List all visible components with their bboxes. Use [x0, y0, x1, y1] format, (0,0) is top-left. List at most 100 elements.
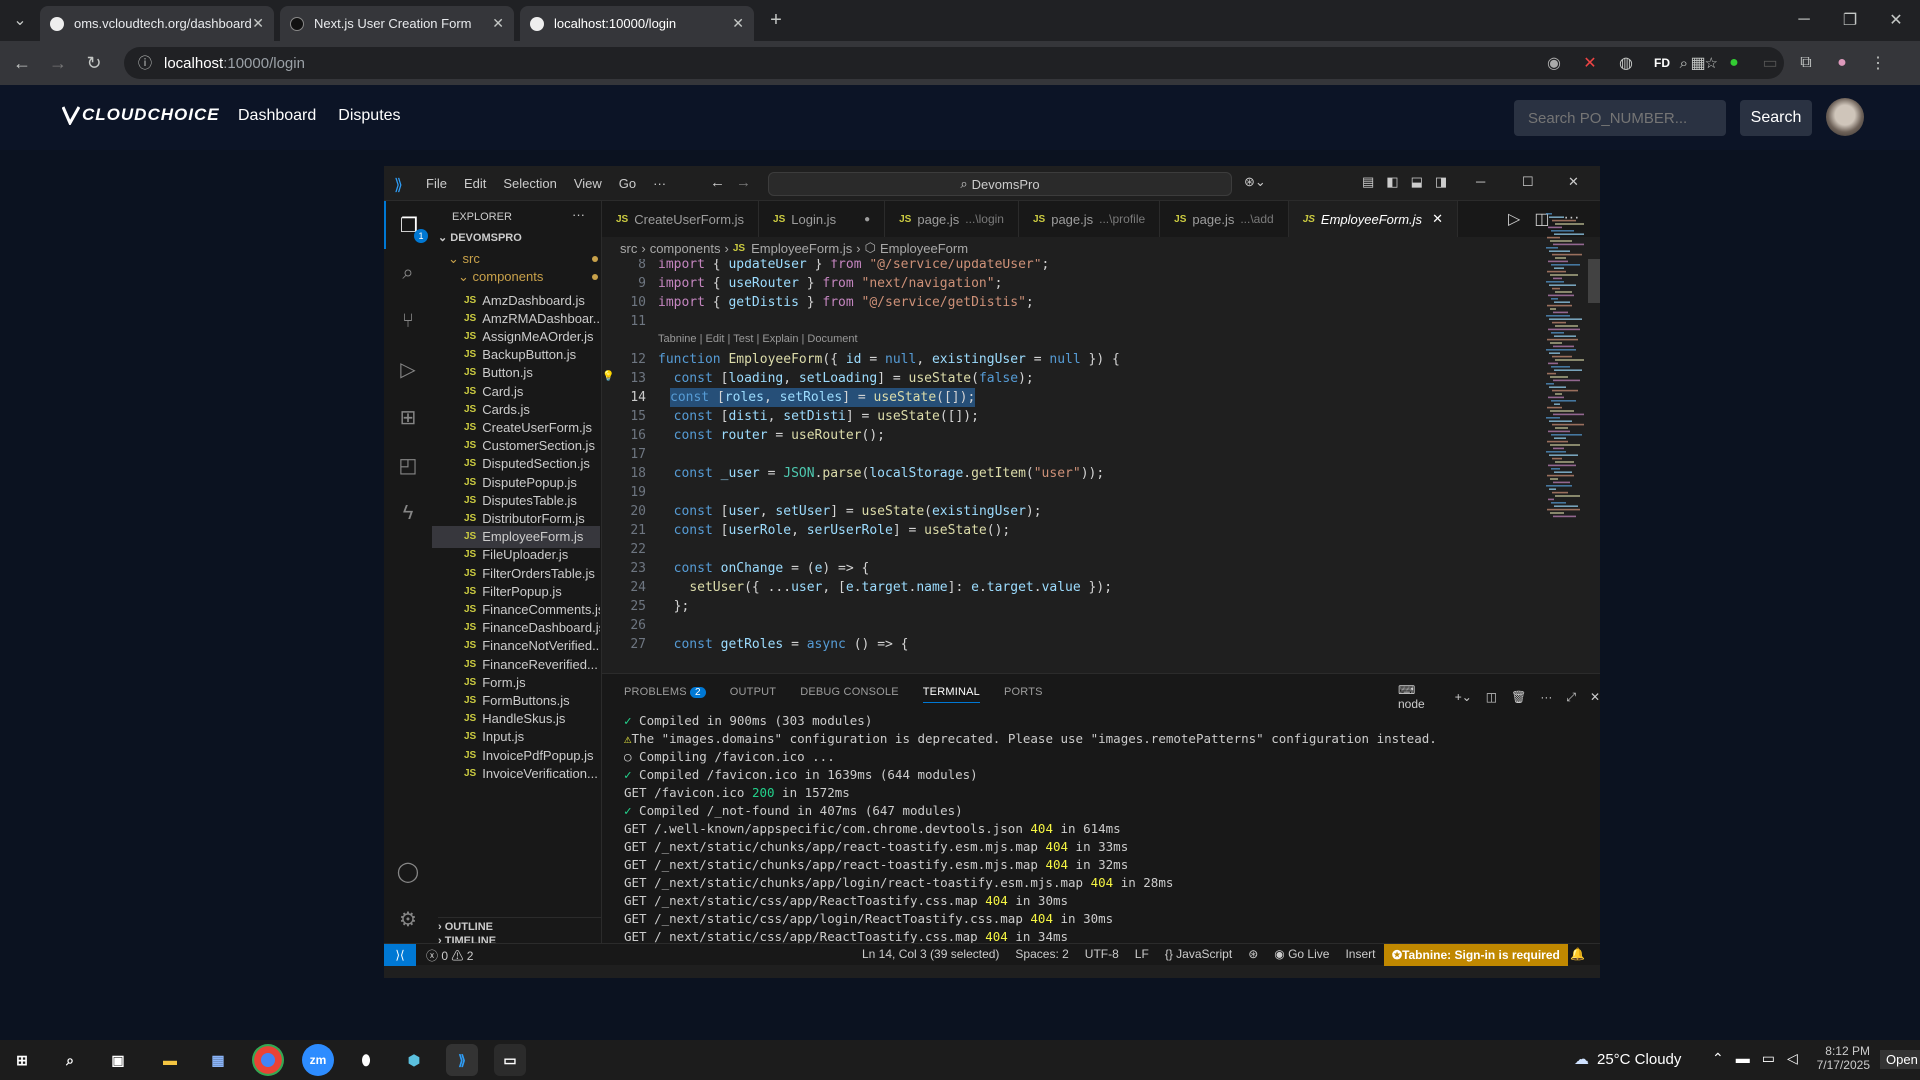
- close-tab-icon[interactable]: ✕: [252, 15, 264, 32]
- site-info-icon[interactable]: ⓘ: [138, 53, 152, 73]
- menu-go[interactable]: Go: [619, 176, 636, 191]
- chrome-icon[interactable]: [252, 1044, 284, 1076]
- vscode-close-icon[interactable]: ✕: [1568, 174, 1579, 190]
- extensions-icon[interactable]: ⊞: [384, 393, 432, 441]
- minimize-window-icon[interactable]: ─: [1790, 6, 1818, 34]
- search-icon[interactable]: ⌕: [384, 249, 432, 297]
- zoom-icon[interactable]: zm: [302, 1044, 334, 1076]
- terminal-taskbar-icon[interactable]: ▭: [494, 1044, 526, 1076]
- browser-tab-login[interactable]: localhost:10000/login ✕: [520, 6, 754, 41]
- nav-forward-icon[interactable]: →: [736, 174, 751, 191]
- cursor-position[interactable]: Ln 14, Col 3 (39 selected): [862, 947, 999, 961]
- run-icon[interactable]: ▷: [1508, 209, 1520, 229]
- weather-widget[interactable]: ☁ 25°C Cloudy: [1574, 1050, 1681, 1069]
- terminal-shell[interactable]: ⌨ node: [1398, 683, 1441, 711]
- accounts-icon[interactable]: ◯: [384, 847, 432, 895]
- user-avatar[interactable]: [1826, 98, 1864, 136]
- remote-explorer-icon[interactable]: ◰: [384, 441, 432, 489]
- thunder-client-icon[interactable]: ϟ: [384, 489, 432, 537]
- editor-tab[interactable]: JS page.js ...\login: [885, 201, 1019, 237]
- remote-indicator-icon[interactable]: ⟩⟨: [384, 944, 416, 966]
- problems-status[interactable]: ⓧ 0 ⚠ 2: [426, 947, 473, 964]
- editor-tab[interactable]: JS Login.js ●: [759, 201, 886, 237]
- end-of-line[interactable]: LF: [1135, 947, 1149, 961]
- extensions-puzzle-icon[interactable]: ⧉: [1792, 49, 1820, 77]
- editor-tab[interactable]: JS EmployeeForm.js ✕: [1288, 201, 1458, 237]
- po-number-search-input[interactable]: [1514, 100, 1726, 136]
- back-icon[interactable]: ←: [8, 49, 36, 77]
- maximize-panel-icon[interactable]: ⤢: [1566, 690, 1576, 705]
- unsaved-dot-icon[interactable]: ●: [864, 214, 870, 225]
- extension-globe-icon[interactable]: ◍: [1612, 49, 1640, 77]
- address-bar[interactable]: ⓘ localhost:10000/login ⌕ ☆: [124, 47, 1784, 79]
- breadcrumb-file[interactable]: EmployeeForm.js: [751, 241, 852, 256]
- tab-search-icon[interactable]: ⌄: [6, 6, 34, 34]
- tabnine-status[interactable]: ✪ Tabnine: Sign-in is required: [1384, 944, 1568, 966]
- breadcrumb-src[interactable]: src: [620, 241, 637, 256]
- tab-ports[interactable]: PORTS: [1004, 686, 1043, 703]
- forward-icon[interactable]: →: [44, 49, 72, 77]
- insert-mode[interactable]: Insert: [1345, 947, 1375, 961]
- file-explorer-icon[interactable]: ▬: [154, 1044, 186, 1076]
- extension-green-icon[interactable]: ●: [1720, 49, 1748, 77]
- codelens[interactable]: Tabnine | Edit | Test | Explain | Docume…: [658, 333, 858, 345]
- components-folder[interactable]: ⌄ components: [458, 269, 543, 285]
- vscode-maximize-icon[interactable]: ☐: [1522, 174, 1534, 190]
- copilot-icon[interactable]: ⊛⌄: [1244, 174, 1266, 190]
- profile-avatar-icon[interactable]: ●: [1828, 49, 1856, 77]
- go-live[interactable]: ◉ Go Live: [1274, 947, 1329, 961]
- tab-problems[interactable]: PROBLEMS 2: [624, 686, 706, 703]
- new-terminal-icon[interactable]: +⌄: [1455, 690, 1472, 704]
- terminal-output[interactable]: ✓ Compiled in 900ms (303 modules) ⚠The "i…: [602, 712, 1600, 963]
- source-control-icon[interactable]: ⑂: [384, 297, 432, 345]
- nav-back-icon[interactable]: ←: [710, 174, 725, 191]
- taskbar-search-icon[interactable]: ⌕: [54, 1044, 86, 1076]
- breadcrumb-symbol[interactable]: EmployeeForm: [880, 241, 968, 256]
- copilot-status-icon[interactable]: ⊛: [1248, 947, 1258, 961]
- app-drop-icon[interactable]: ⬮: [350, 1044, 382, 1076]
- editor-tab[interactable]: JS page.js ...\add: [1160, 201, 1289, 237]
- vscode-taskbar-icon[interactable]: ⟫: [446, 1044, 478, 1076]
- editor-tab[interactable]: JS CreateUserForm.js: [602, 201, 760, 237]
- reload-icon[interactable]: ↻: [80, 49, 108, 77]
- lightbulb-icon[interactable]: 💡: [602, 371, 614, 382]
- breadcrumb-components[interactable]: components: [650, 241, 721, 256]
- menu-file[interactable]: File: [426, 176, 447, 191]
- tab-debug-console[interactable]: DEBUG CONSOLE: [800, 686, 899, 703]
- customize-layout-icon[interactable]: ▤: [1362, 174, 1374, 190]
- menu-more[interactable]: ···: [653, 176, 666, 191]
- task-view-icon[interactable]: ▣: [102, 1044, 134, 1076]
- split-terminal-icon[interactable]: ◫: [1486, 690, 1497, 704]
- browser-tab-user-form[interactable]: Next.js User Creation Form ✕: [280, 6, 514, 41]
- kill-terminal-icon[interactable]: 🗑: [1511, 690, 1526, 704]
- volume-icon[interactable]: ◁: [1787, 1050, 1798, 1067]
- toggle-secondary-sidebar-icon[interactable]: ◨: [1435, 174, 1447, 190]
- toggle-panel-icon[interactable]: ⬓: [1411, 174, 1423, 190]
- app-hex-icon[interactable]: ⬢: [398, 1044, 430, 1076]
- minimap[interactable]: [1544, 209, 1588, 589]
- notifications-bell-icon[interactable]: 🔔: [1570, 947, 1585, 961]
- close-window-icon[interactable]: ✕: [1882, 6, 1910, 34]
- language-mode[interactable]: {} JavaScript: [1165, 947, 1232, 961]
- tab-output[interactable]: OUTPUT: [730, 686, 776, 703]
- command-center[interactable]: ⌕ DevomsPro: [768, 172, 1232, 196]
- menu-view[interactable]: View: [574, 176, 602, 191]
- explorer-files-icon[interactable]: ❐ 1: [384, 201, 432, 249]
- outline-section[interactable]: › OUTLINE: [438, 917, 602, 933]
- close-editor-tab-icon[interactable]: ✕: [1432, 211, 1443, 227]
- extension-fd-icon[interactable]: FD: [1648, 49, 1676, 77]
- close-tab-icon[interactable]: ✕: [492, 15, 504, 32]
- nav-dashboard-link[interactable]: Dashboard: [238, 107, 316, 125]
- tray-device-icon[interactable]: ▬: [1736, 1050, 1750, 1067]
- vscode-minimize-icon[interactable]: ─: [1476, 174, 1485, 189]
- run-debug-icon[interactable]: ▷: [384, 345, 432, 393]
- panel-more-icon[interactable]: ···: [1540, 690, 1552, 704]
- editor-tab[interactable]: JS page.js ...\profile: [1019, 201, 1161, 237]
- network-icon[interactable]: ▭: [1762, 1050, 1775, 1067]
- close-panel-icon[interactable]: ✕: [1590, 690, 1600, 704]
- nav-disputes-link[interactable]: Disputes: [338, 107, 400, 125]
- extension-owl-icon[interactable]: ◉: [1540, 49, 1568, 77]
- close-tab-icon[interactable]: ✕: [732, 15, 744, 32]
- settings-gear-icon[interactable]: ⚙: [384, 895, 432, 943]
- site-logo[interactable]: CLOUDCHOICE: [62, 105, 220, 125]
